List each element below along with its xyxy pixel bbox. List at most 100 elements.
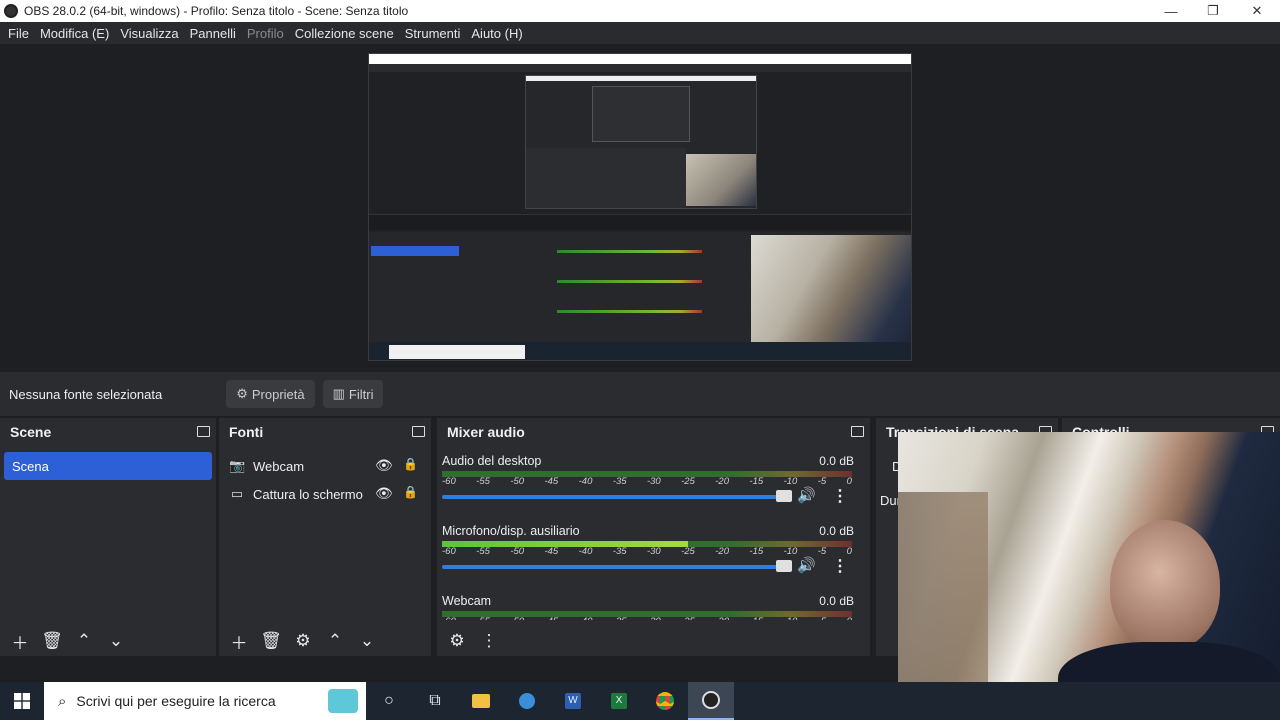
sources-footer: ＋ 🗑 ⚙ ⌃ ⌄ (219, 626, 431, 656)
menu-help[interactable]: Aiuto (H) (471, 26, 522, 41)
meter-tick: -40 (578, 476, 593, 487)
search-icon: ⌕ (58, 692, 67, 710)
eye-icon[interactable]: 👁 (375, 485, 393, 502)
minimize-button[interactable]: — (1150, 0, 1192, 22)
gear-icon: ⚙ (236, 386, 248, 401)
meter-tick: -5 (817, 476, 827, 487)
advanced-audio-icon[interactable]: ⚙ (441, 629, 473, 653)
task-view-icon[interactable]: ⧉ (412, 682, 458, 720)
more-options-icon[interactable]: ⋮ (832, 556, 848, 576)
meter-tick: -30 (646, 546, 661, 557)
meter-tick: -45 (544, 476, 559, 487)
menu-edit[interactable]: Modifica (E) (40, 26, 109, 41)
channel-name: Webcam (442, 594, 492, 608)
channel-db: 0.0 dB (819, 524, 854, 538)
nested-meter (557, 310, 702, 313)
menu-scene-collection[interactable]: Collezione scene (295, 26, 394, 41)
person-head (1110, 520, 1220, 650)
speaker-icon[interactable]: 🔊 (797, 486, 816, 504)
filters-button[interactable]: ▥ Filtri (322, 380, 384, 408)
meter-tick: -60 (442, 616, 456, 620)
no-source-label: Nessuna fonte selezionata (9, 386, 163, 402)
cortana-icon[interactable]: ○ (366, 682, 412, 720)
menu-docks[interactable]: Pannelli (190, 26, 236, 41)
meter-tick: -45 (544, 616, 558, 620)
file-explorer-icon[interactable] (458, 682, 504, 720)
lock-icon[interactable]: 🔒 (403, 485, 418, 499)
meter-tick: -30 (646, 476, 661, 487)
move-up-icon[interactable]: ⌃ (68, 629, 100, 653)
nested-meter (557, 280, 702, 283)
restore-button[interactable]: ❐ (1192, 0, 1234, 22)
meter-tick: -50 (510, 616, 524, 620)
edge-icon[interactable] (504, 682, 550, 720)
nested-search (389, 345, 525, 359)
meter-tick: -35 (612, 546, 627, 557)
source-toolbar: Nessuna fonte selezionata ⚙ Proprietà ▥ … (0, 372, 1280, 416)
properties-button[interactable]: ⚙ Proprietà (226, 380, 315, 408)
mixer-footer: ⚙ ⋮ (437, 626, 870, 656)
start-button[interactable] (0, 682, 44, 720)
obs-icon[interactable] (688, 682, 734, 720)
preview-canvas[interactable] (368, 53, 912, 361)
menu-tools[interactable]: Strumenti (405, 26, 461, 41)
nested-source-bar (369, 214, 911, 230)
filter-icon: ▥ (332, 386, 345, 401)
meter-tick: -20 (715, 616, 729, 620)
move-down-icon[interactable]: ⌄ (351, 629, 383, 653)
windows-icon (14, 693, 30, 709)
meter-tick: -60 (442, 546, 456, 557)
menu-view[interactable]: Visualizza (120, 26, 178, 41)
menu-profile: Profilo (246, 25, 284, 41)
meter-tick: -15 (749, 616, 763, 620)
speaker-icon[interactable]: 🔊 (797, 556, 816, 574)
remove-scene-button[interactable]: 🗑 (36, 629, 68, 653)
scenes-header: Scene (0, 418, 216, 446)
scenes-title: Scene (10, 424, 52, 440)
monitor-icon: ▭ (230, 486, 244, 501)
volume-slider-thumb[interactable] (776, 490, 792, 502)
channel-name: Audio del desktop (442, 454, 542, 468)
mixer-channel: Microfono/disp. ausiliario 0.0 dB -60 -55 -5… (442, 524, 854, 580)
volume-slider[interactable] (442, 495, 792, 499)
menu-file[interactable]: File (8, 26, 29, 41)
channel-db: 0.0 dB (819, 454, 854, 468)
source-properties-icon[interactable]: ⚙ (287, 629, 319, 653)
taskbar-search[interactable]: ⌕ Scrivi qui per eseguire la ricerca (44, 682, 366, 720)
meter-tick: -5 (818, 616, 826, 620)
nested-preview (525, 75, 757, 209)
undock-icon[interactable] (412, 426, 425, 437)
add-source-button[interactable]: ＋ (223, 629, 255, 653)
meter-tick: -35 (613, 616, 627, 620)
meter-ticks: -60-55-50-45-40-35-30-25-20-15-10-50 (442, 616, 852, 620)
add-scene-button[interactable]: ＋ (4, 629, 36, 653)
meter-ticks: -60-55-50-45-40-35-30-25-20-15-10-50 (442, 546, 852, 558)
mixer-channel: Webcam0.0 dB-60-55-50-45-40-35-30-25-20-… (442, 594, 854, 620)
volume-slider-thumb[interactable] (776, 560, 792, 572)
meter-tick: -45 (544, 546, 559, 557)
chrome-icon[interactable] (642, 682, 688, 720)
scenes-footer: ＋ 🗑 ⌃ ⌄ (0, 626, 216, 656)
search-placeholder: Scrivi qui per eseguire la ricerca (76, 693, 276, 709)
move-up-icon[interactable]: ⌃ (319, 629, 351, 653)
word-icon[interactable]: W (550, 682, 596, 720)
scene-item[interactable]: Scena (4, 452, 212, 480)
obs-logo-icon (4, 4, 18, 18)
undock-icon[interactable] (851, 426, 864, 437)
more-options-icon[interactable]: ⋮ (832, 486, 848, 506)
move-down-icon[interactable]: ⌄ (100, 629, 132, 653)
excel-icon[interactable]: X (596, 682, 642, 720)
eye-icon[interactable]: 👁 (375, 457, 393, 474)
mixer-title: Mixer audio (447, 424, 525, 440)
volume-slider[interactable] (442, 565, 792, 569)
meter-tick: -10 (783, 476, 798, 487)
scene-item-label: Scena (12, 458, 49, 474)
close-button[interactable]: ✕ (1236, 0, 1278, 22)
camera-icon: 📷 (229, 458, 246, 473)
meter-tick: -55 (476, 546, 490, 557)
mixer-menu-icon[interactable]: ⋮ (473, 629, 505, 653)
meter-tick: -25 (681, 476, 695, 487)
undock-icon[interactable] (197, 426, 210, 437)
remove-source-button[interactable]: 🗑 (255, 629, 287, 653)
lock-icon[interactable]: 🔒 (403, 457, 418, 471)
